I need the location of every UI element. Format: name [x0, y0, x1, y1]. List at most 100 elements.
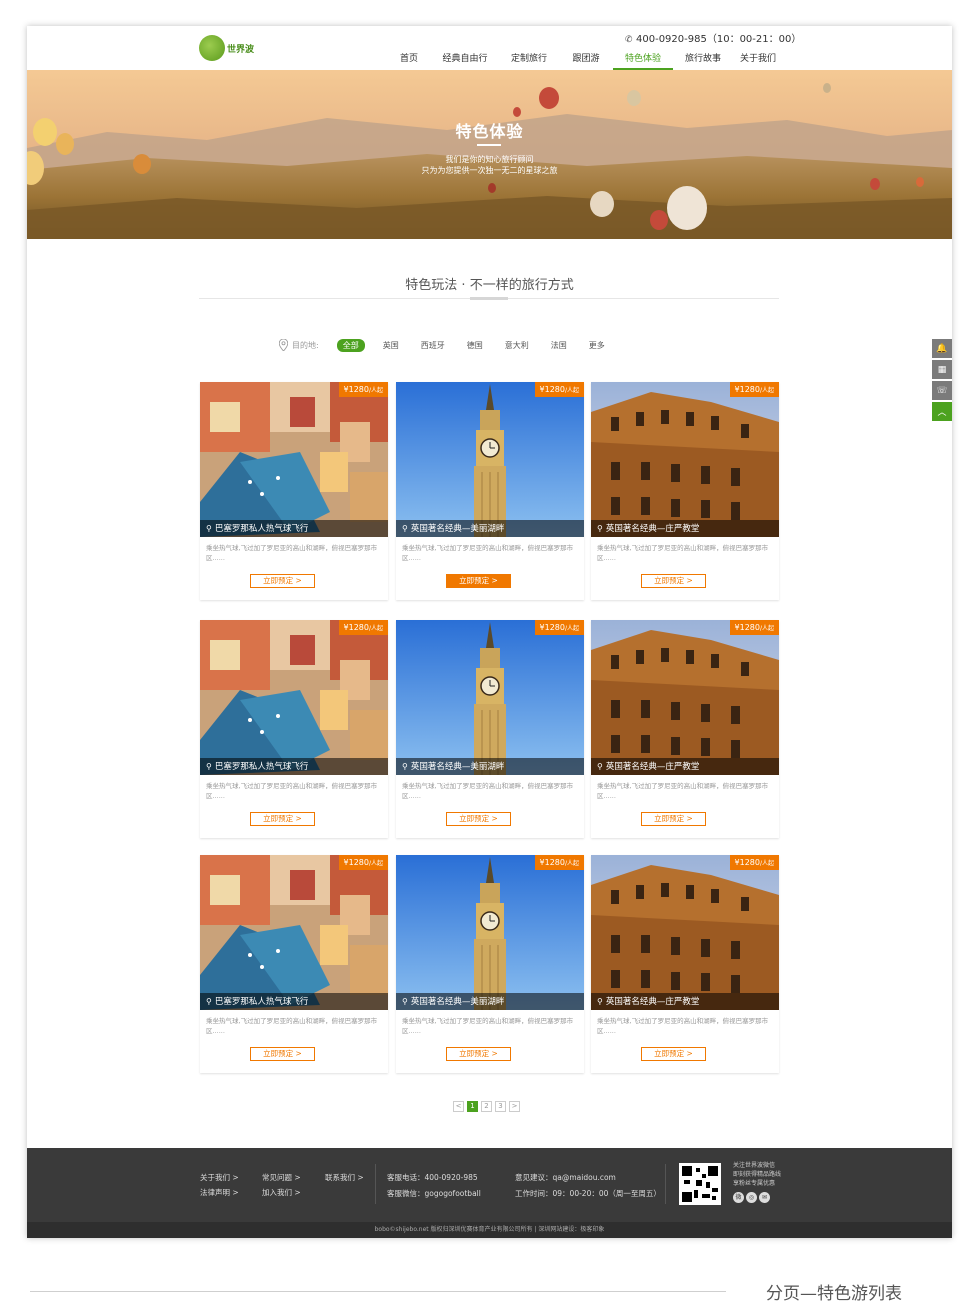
- experience-card[interactable]: ¥1280/人起 ⚲ 巴塞罗那私人热气球飞行 乘坐热气球,飞过加了罗尼亚的高山和湖畔，…: [200, 620, 388, 838]
- section-title: 特色玩法 · 不一样的旅行方式: [405, 278, 574, 293]
- wechat-qr-code: [679, 1163, 721, 1205]
- card-title-bar[interactable]: ⚲ 英国著名经典—庄严教堂: [591, 520, 779, 537]
- card-title-bar[interactable]: ⚲ 英国著名经典—美丽湖畔: [396, 993, 584, 1010]
- filter-option-1[interactable]: 英国: [383, 340, 399, 351]
- pager-page-3[interactable]: 3: [495, 1101, 506, 1112]
- footer-link-4[interactable]: 加入我们 >: [262, 1187, 301, 1198]
- nav-item-4[interactable]: 特色体验: [613, 53, 673, 70]
- location-pin-icon: ⚲: [402, 997, 408, 1006]
- nav-item-1[interactable]: 经典自由行: [431, 53, 499, 70]
- weibo-icon[interactable]: 微: [733, 1192, 744, 1203]
- pager-prev-button[interactable]: <: [453, 1101, 464, 1112]
- experience-card[interactable]: ¥1280/人起 ⚲ 英国著名经典—庄严教堂乘坐热气球,飞过加了罗尼亚的高山和湖畔，…: [591, 382, 779, 600]
- card-title-bar[interactable]: ⚲ 英国著名经典—庄严教堂: [591, 993, 779, 1010]
- coastal-town-photo: [200, 855, 388, 1010]
- card-description: 乘坐热气球,飞过加了罗尼亚的高山和湖畔，俯视巴塞罗那市区......: [597, 544, 769, 562]
- book-now-button[interactable]: 立即预定 >: [446, 812, 511, 826]
- share-icon[interactable]: ◎: [746, 1192, 757, 1203]
- filter-option-0[interactable]: 全部: [336, 338, 365, 352]
- qr-module: [684, 1180, 690, 1184]
- qr-module: [708, 1166, 718, 1176]
- card-image[interactable]: ¥1280/人起 ⚲ 英国著名经典—美丽湖畔: [396, 620, 584, 775]
- book-now-button[interactable]: 立即预定 >: [641, 1047, 706, 1061]
- footer-link-1[interactable]: 常见问题 >: [262, 1172, 301, 1183]
- card-image[interactable]: ¥1280/人起 ⚲ 巴塞罗那私人热气球飞行: [200, 620, 388, 775]
- card-title-bar[interactable]: ⚲ 英国著名经典—美丽湖畔: [396, 520, 584, 537]
- nav-item-0[interactable]: 首页: [387, 53, 431, 70]
- card-title-bar[interactable]: ⚲ 巴塞罗那私人热气球飞行: [200, 993, 388, 1010]
- pager-page-1[interactable]: 1: [467, 1101, 478, 1112]
- section-divider-accent: [470, 297, 508, 300]
- experience-card[interactable]: ¥1280/人起 ⚲ 巴塞罗那私人热气球飞行 乘坐热气球,飞过加了罗尼亚的高山和湖畔，…: [200, 382, 388, 600]
- card-image[interactable]: ¥1280/人起 ⚲ 英国著名经典—庄严教堂: [591, 855, 779, 1010]
- book-now-button[interactable]: 立即预定 >: [250, 812, 315, 826]
- banner-subtitle-2: 只为为您提供一次独一无二的星球之旅: [421, 166, 558, 175]
- card-title-bar[interactable]: ⚲ 巴塞罗那私人热气球飞行: [200, 758, 388, 775]
- nav-item-3[interactable]: 跟团游: [559, 53, 613, 70]
- filter-option-6[interactable]: 更多: [589, 340, 605, 351]
- card-image[interactable]: ¥1280/人起 ⚲ 英国著名经典—美丽湖畔: [396, 382, 584, 537]
- qr-module: [696, 1168, 700, 1172]
- book-now-button[interactable]: 立即预定 >: [250, 1047, 315, 1061]
- qr-module: [682, 1192, 692, 1202]
- experience-card[interactable]: ¥1280/人起 ⚲ 英国著名经典—美丽湖畔 乘坐热气球,飞过加了罗尼亚的高山和湖畔，…: [396, 620, 584, 838]
- wechat-icon[interactable]: ✉: [759, 1192, 770, 1203]
- card-title: 巴塞罗那私人热气球飞行: [214, 524, 309, 534]
- phone-icon[interactable]: ☏: [932, 381, 952, 400]
- feedback-email[interactable]: 意见建议：qa@maidou.com: [515, 1172, 616, 1183]
- card-title-bar[interactable]: ⚲ 巴塞罗那私人热气球飞行: [200, 520, 388, 537]
- experience-card[interactable]: ¥1280/人起 ⚲ 英国著名经典—庄严教堂乘坐热气球,飞过加了罗尼亚的高山和湖畔，…: [591, 855, 779, 1073]
- location-pin-icon: ⚲: [206, 524, 212, 533]
- location-pin-icon: ⚲: [597, 997, 603, 1006]
- filter-option-4[interactable]: 意大利: [505, 340, 529, 351]
- card-image[interactable]: ¥1280/人起 ⚲ 英国著名经典—美丽湖畔: [396, 855, 584, 1010]
- qr-code-icon[interactable]: ▦: [932, 360, 952, 379]
- book-now-button[interactable]: 立即预定 >: [641, 574, 706, 588]
- card-image[interactable]: ¥1280/人起 ⚲ 英国著名经典—庄严教堂: [591, 382, 779, 537]
- clock-tower-photo: [396, 855, 584, 1010]
- logo[interactable]: 世界波: [199, 32, 259, 64]
- globe-icon: [199, 35, 225, 61]
- destination-filter: 目的地: 全部 英国 西班牙 德国 意大利 法国 更多: [279, 338, 627, 352]
- back-to-top-icon[interactable]: ︿: [932, 402, 952, 421]
- experience-card[interactable]: ¥1280/人起 ⚲ 英国著名经典—庄严教堂 乘坐热气球,飞过加了罗尼亚的高山和湖畔，…: [591, 620, 779, 838]
- card-image[interactable]: ¥1280/人起 ⚲ 巴塞罗那私人热气球飞行: [200, 855, 388, 1010]
- nav-item-2[interactable]: 定制旅行: [499, 53, 559, 70]
- book-now-button[interactable]: 立即预定 >: [641, 812, 706, 826]
- filter-option-5[interactable]: 法国: [551, 340, 567, 351]
- card-title: 巴塞罗那私人热气球飞行: [214, 762, 309, 772]
- card-title-bar[interactable]: ⚲ 英国著名经典—庄严教堂: [591, 758, 779, 775]
- pager-next-button[interactable]: >: [509, 1101, 520, 1112]
- book-now-button[interactable]: 立即预定 >: [446, 574, 511, 588]
- hero-banner: 特色体验 我们是你的知心旅行顾问 只为为您提供一次独一无二的星球之旅: [27, 70, 952, 239]
- experience-card[interactable]: ¥1280/人起 ⚲ 巴塞罗那私人热气球飞行 乘坐热气球,飞过加了罗尼亚的高山和湖畔，…: [200, 855, 388, 1073]
- pager-page-2[interactable]: 2: [481, 1101, 492, 1112]
- nav-item-5[interactable]: 旅行故事: [673, 53, 733, 70]
- card-image[interactable]: ¥1280/人起 ⚲ 巴塞罗那私人热气球飞行: [200, 382, 388, 537]
- card-title: 英国著名经典—美丽湖畔: [410, 997, 505, 1007]
- experience-card[interactable]: ¥1280/人起 ⚲ 英国著名经典—美丽湖畔 乘坐热气球,飞过加了罗尼亚的高山和湖畔，…: [396, 382, 584, 600]
- wechat-promo-line: 即刻获得精品路线: [733, 1171, 782, 1178]
- qr-module: [702, 1194, 710, 1198]
- footer-link-0[interactable]: 关于我们 >: [200, 1172, 239, 1183]
- price-value: ¥1280: [539, 858, 565, 867]
- coastal-town-photo: [200, 382, 388, 537]
- chat-icon[interactable]: 🔔: [932, 339, 952, 358]
- footer-link-2[interactable]: 联系我们 >: [325, 1172, 364, 1183]
- book-now-button[interactable]: 立即预定 >: [250, 574, 315, 588]
- pagination: <1 2 3 >: [453, 1101, 523, 1112]
- card-description: 乘坐热气球,飞过加了罗尼亚的高山和湖畔，俯视巴塞罗那市区......: [597, 1017, 769, 1035]
- filter-option-3[interactable]: 德国: [467, 340, 483, 351]
- service-phone: 客服电话：400-0920-985: [387, 1173, 478, 1182]
- price-badge: ¥1280/人起: [534, 382, 584, 397]
- clock-tower-photo: [396, 620, 584, 775]
- footer-link-3[interactable]: 法律声明 >: [200, 1187, 239, 1198]
- filter-option-2[interactable]: 西班牙: [421, 340, 445, 351]
- filter-label: 目的地:: [292, 340, 319, 350]
- nav-item-6[interactable]: 关于我们: [733, 53, 783, 70]
- card-title-bar[interactable]: ⚲ 英国著名经典—美丽湖畔: [396, 758, 584, 775]
- book-now-button[interactable]: 立即预定 >: [446, 1047, 511, 1061]
- banner-subtitle-1: 我们是你的知心旅行顾问: [445, 155, 534, 164]
- card-image[interactable]: ¥1280/人起 ⚲ 英国著名经典—庄严教堂: [591, 620, 779, 775]
- experience-card[interactable]: ¥1280/人起 ⚲ 英国著名经典—美丽湖畔 乘坐热气球,飞过加了罗尼亚的高山和湖畔，…: [396, 855, 584, 1073]
